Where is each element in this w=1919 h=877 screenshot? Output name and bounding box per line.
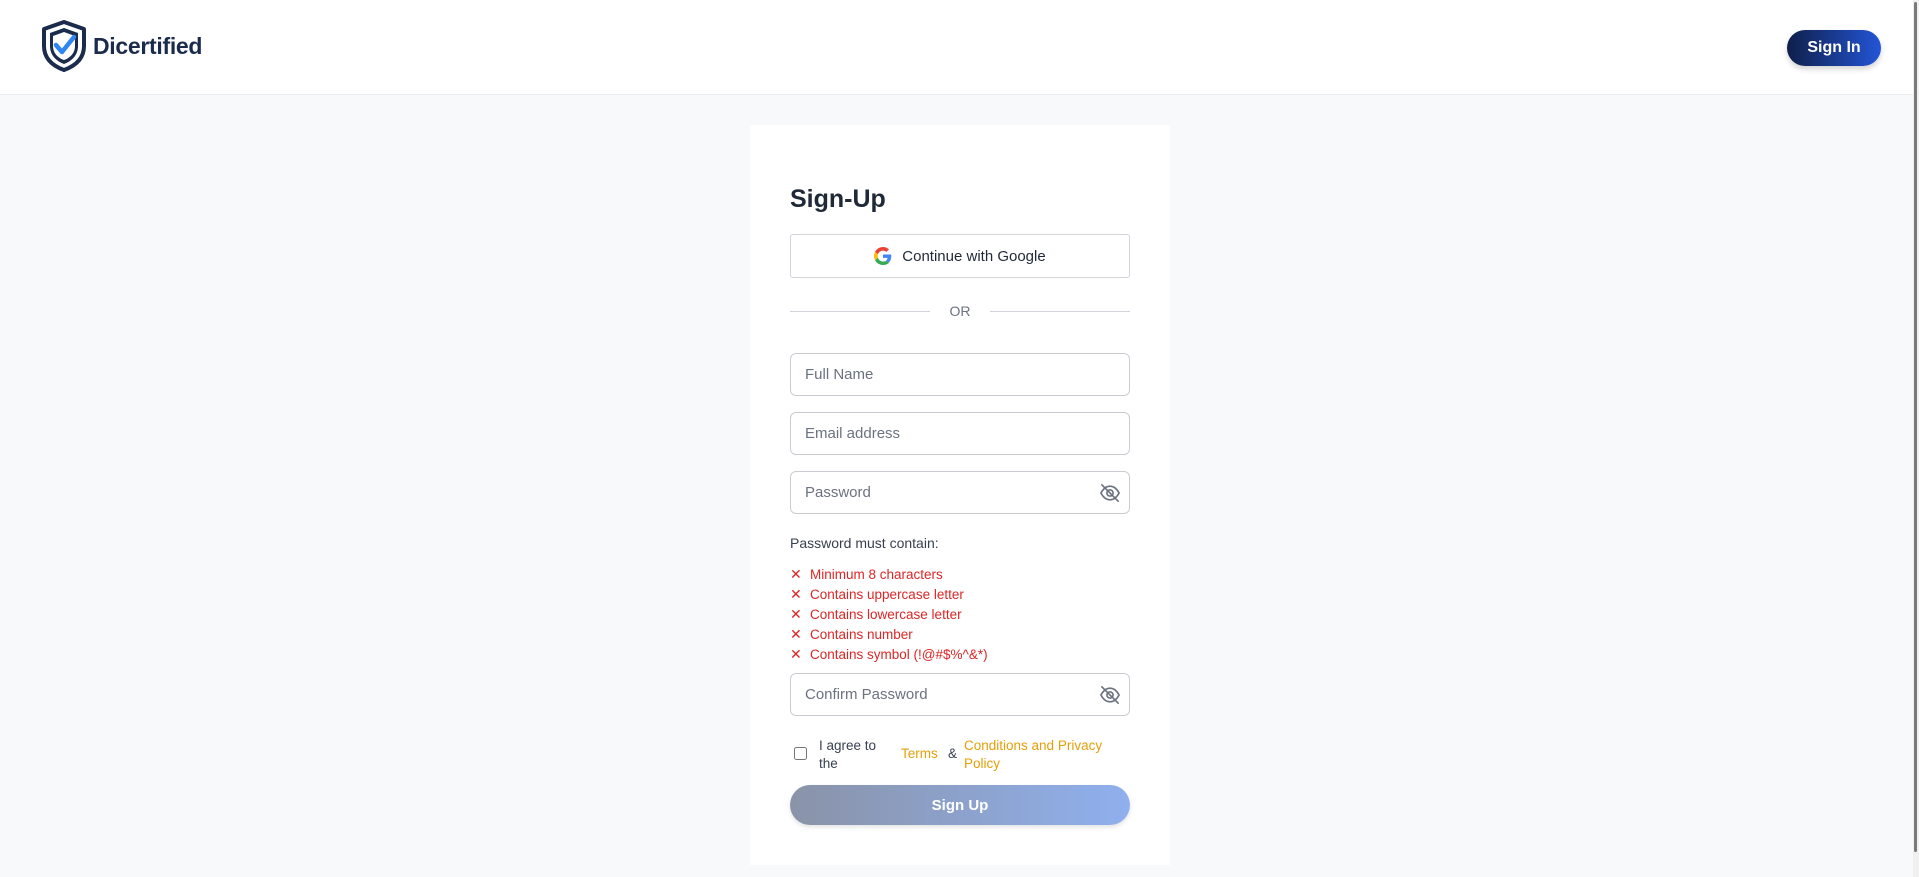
terms-link[interactable]: Terms: [901, 746, 938, 761]
requirement-item: ✕ Minimum 8 characters: [790, 565, 943, 582]
signup-card: Sign-Up Continue with Google OR Password…: [750, 125, 1170, 865]
agree-text: I agree to the: [819, 738, 877, 771]
password-requirements-title: Password must contain:: [790, 535, 939, 551]
eye-off-icon[interactable]: [1099, 483, 1121, 503]
x-icon: ✕: [790, 585, 802, 602]
divider-line-right: [990, 311, 1130, 312]
full-name-input[interactable]: [805, 354, 1095, 395]
or-divider: OR: [790, 301, 1130, 321]
requirement-item: ✕ Contains lowercase letter: [790, 605, 962, 622]
password-requirements-list: ✕ Minimum 8 characters ✕ Contains uppercas…: [790, 564, 988, 664]
shield-check-icon: [42, 20, 86, 72]
email-input[interactable]: [805, 413, 1095, 454]
x-icon: ✕: [790, 625, 802, 642]
sign-in-button[interactable]: Sign In: [1787, 30, 1881, 66]
full-name-field: [790, 353, 1130, 396]
google-button-label: Continue with Google: [902, 247, 1046, 265]
terms-checkbox[interactable]: [794, 747, 807, 760]
x-icon: ✕: [790, 605, 802, 622]
google-icon: [874, 247, 892, 265]
brand-name: Dicertified: [93, 32, 203, 59]
requirement-item: ✕ Contains symbol (!@#$%^&*): [790, 645, 988, 662]
terms-agreement-row: I agree to the Terms & Conditions and Pr…: [790, 734, 1130, 774]
conditions-privacy-link[interactable]: Conditions and Privacy Policy: [964, 737, 1124, 773]
scrollbar-thumb[interactable]: [1914, 2, 1917, 852]
sign-up-button[interactable]: Sign Up: [790, 785, 1130, 825]
confirm-password-input[interactable]: [805, 674, 1095, 715]
eye-off-icon[interactable]: [1099, 685, 1121, 705]
requirement-item: ✕ Contains number: [790, 625, 913, 642]
requirement-item: ✕ Contains uppercase letter: [790, 585, 964, 602]
page-title: Sign-Up: [790, 185, 886, 213]
email-field: [790, 412, 1130, 455]
password-input[interactable]: [805, 472, 1095, 513]
brand-logo[interactable]: Dicertified: [41, 20, 202, 72]
top-header: Dicertified Sign In: [0, 0, 1919, 95]
continue-with-google-button[interactable]: Continue with Google: [790, 234, 1130, 278]
password-field: [790, 471, 1130, 514]
confirm-password-field: [790, 673, 1130, 716]
ampersand: &: [948, 746, 958, 761]
x-icon: ✕: [790, 645, 802, 662]
x-icon: ✕: [790, 565, 802, 582]
